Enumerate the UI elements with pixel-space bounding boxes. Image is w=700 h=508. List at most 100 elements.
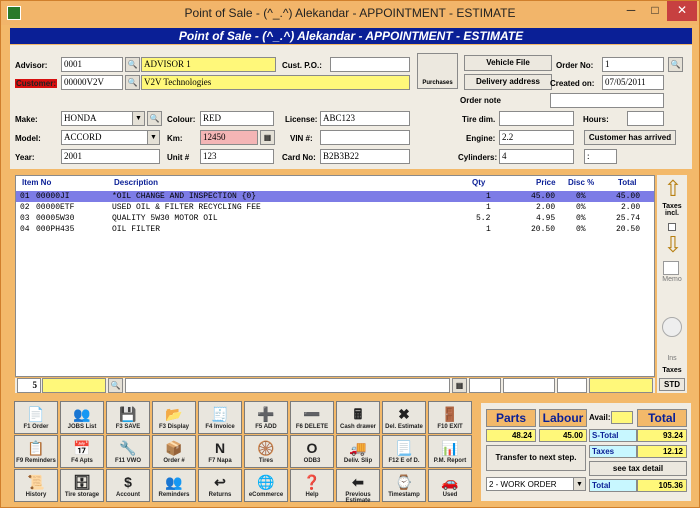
year-field[interactable]: 2001: [61, 149, 160, 164]
table-row[interactable]: 04 000PH435 OIL FILTER 1 20.50 0% 20.50: [16, 224, 654, 235]
std-button[interactable]: STD: [659, 378, 685, 391]
table-row[interactable]: 03 00005W30 QUALITY 5W30 MOTOR OIL 5.2 4.95 0…: [16, 213, 654, 224]
cylinders-field[interactable]: 4: [499, 149, 574, 164]
toolbar-button-f11-vwo[interactable]: 🔧 F11 VWO: [106, 435, 150, 468]
memo-icon[interactable]: [663, 261, 679, 275]
engine-field[interactable]: 2.2: [499, 130, 574, 145]
entry-desc-field[interactable]: [125, 378, 450, 393]
table-row[interactable]: 01 00000JI *OIL CHANGE AND INSPECTION {0} 1…: [16, 191, 654, 202]
km-label: Km:: [167, 134, 183, 143]
tire-dim-field[interactable]: [499, 111, 574, 126]
model-dropdown-icon[interactable]: ▼: [147, 131, 159, 144]
toolbar-button-odb3[interactable]: O ODB3: [290, 435, 334, 468]
toolbar-button-f9-reminders[interactable]: 📋 F9 Reminders: [14, 435, 58, 468]
colour-field[interactable]: RED: [200, 111, 274, 126]
parts-total: 48.24: [486, 429, 536, 442]
unit-field[interactable]: 123: [200, 149, 274, 164]
extra-field[interactable]: :: [584, 149, 617, 164]
row-number: 01: [20, 192, 30, 201]
toolbar-button-used[interactable]: 🚗 Used: [428, 469, 472, 502]
col-total-header: Total: [618, 178, 637, 187]
km-field[interactable]: 12450: [200, 130, 258, 145]
table-row[interactable]: 02 00000ETF USED OIL & FILTER RECYCLING FE…: [16, 202, 654, 213]
model-select[interactable]: ACCORD ▼: [61, 130, 160, 145]
card-field[interactable]: B2B3B22: [320, 149, 410, 164]
toolbar-label: Previous Estimate: [345, 492, 371, 504]
toolbar-button-tires[interactable]: 🛞 Tires: [244, 435, 288, 468]
move-down-icon[interactable]: ⇩: [661, 233, 685, 257]
toolbar-button-f3-display[interactable]: 📂 F3 Display: [152, 401, 196, 434]
toolbar-button-f1-order[interactable]: 📄 F1 Order: [14, 401, 58, 434]
make-dropdown-icon[interactable]: ▼: [132, 112, 144, 125]
delivery-address-button[interactable]: Delivery address: [464, 74, 552, 90]
toolbar-button-deliv-slip[interactable]: 🚚 Deliv. Slip: [336, 435, 380, 468]
toolbar-button-f4-apts[interactable]: 📅 F4 Apts: [60, 435, 104, 468]
toolbar-button-f6-delete[interactable]: ➖ F6 DELETE: [290, 401, 334, 434]
colour-label: Colour:: [167, 115, 196, 124]
transfer-next-step-button[interactable]: Transfer to next step.: [486, 445, 586, 471]
entry-disc-field[interactable]: [557, 378, 587, 393]
toolbar-button-p-m-report[interactable]: 📊 P.M. Report: [428, 435, 472, 468]
toolbar-button-f4-invoice[interactable]: 🧾 F4 Invoice: [198, 401, 242, 434]
license-label: License:: [285, 115, 318, 124]
ins-shield-icon[interactable]: [662, 317, 682, 337]
advisor-code-field[interactable]: 0001: [61, 57, 123, 72]
entry-item-field[interactable]: [42, 378, 106, 393]
toolbar-button-previous-estimate[interactable]: ⬅ Previous Estimate: [336, 469, 380, 504]
close-button[interactable]: ✕: [667, 1, 697, 21]
maximize-button[interactable]: □: [643, 1, 667, 21]
make-search-button[interactable]: 🔍: [147, 111, 162, 126]
toolbar-button-f12-e-of-d[interactable]: 📃 F12 E of D.: [382, 435, 426, 468]
toolbar-button-tire-storage[interactable]: 🗄 Tire storage: [60, 469, 104, 502]
customer-arrived-button[interactable]: Customer has arrived: [584, 130, 676, 145]
toolbar-button-account[interactable]: $ Account: [106, 469, 150, 502]
customer-code-field[interactable]: 00000V2V: [61, 75, 123, 90]
entry-price-field[interactable]: [503, 378, 555, 393]
status-select[interactable]: 2 - WORK ORDER ▼: [486, 477, 586, 491]
vehicle-file-button[interactable]: Vehicle File: [464, 55, 552, 71]
minimize-button[interactable]: ─: [619, 1, 643, 21]
status-dropdown-icon[interactable]: ▼: [573, 478, 585, 490]
move-up-icon[interactable]: ⇧: [661, 177, 685, 201]
vin-field[interactable]: [320, 130, 410, 145]
toolbar-button-help[interactable]: ❓ Help: [290, 469, 334, 502]
custpo-field[interactable]: [330, 57, 410, 72]
entry-search-button[interactable]: 🔍: [108, 378, 123, 393]
order-search-button[interactable]: 🔍: [668, 57, 683, 72]
toolbar-button-timestamp[interactable]: ⌚ Timestamp: [382, 469, 426, 502]
entry-calc-button[interactable]: ▦: [452, 378, 467, 393]
toolbar-button-f10-exit[interactable]: 🚪 F10 EXIT: [428, 401, 472, 434]
entry-qty-field[interactable]: [469, 378, 501, 393]
toolbar-button-jobs-list[interactable]: 👥 JOBS List: [60, 401, 104, 434]
advisor-search-button[interactable]: 🔍: [125, 57, 140, 72]
toolbar-button-cash-drawer[interactable]: 🖩 Cash drawer: [336, 401, 380, 434]
toolbar-label: Deliv. Slip: [343, 458, 373, 464]
toolbar-button-f5-add[interactable]: ➕ F5 ADD: [244, 401, 288, 434]
order-no-field[interactable]: 1: [602, 57, 664, 72]
toolbar-button-ecommerce[interactable]: 🌐 eCommerce: [244, 469, 288, 502]
toolbar-icon: 📄: [27, 406, 45, 422]
col-item-header: Item No: [22, 178, 52, 187]
see-tax-detail-button[interactable]: see tax detail: [589, 461, 687, 476]
order-note-field[interactable]: [550, 93, 664, 108]
taxes-incl-checkbox[interactable]: [668, 223, 676, 231]
entry-total-field[interactable]: [589, 378, 653, 393]
toolbar-icon: ➖: [303, 406, 321, 422]
toolbar-button-order[interactable]: 📦 Order #: [152, 435, 196, 468]
license-field[interactable]: ABC123: [320, 111, 410, 126]
toolbar-button-returns[interactable]: ↩ Returns: [198, 469, 242, 502]
toolbar-button-del-estimate[interactable]: ✖ Del. Estimate: [382, 401, 426, 434]
customer-name-field[interactable]: V2V Technologies: [141, 75, 410, 90]
toolbar-button-history[interactable]: 📜 History: [14, 469, 58, 502]
advisor-name-field[interactable]: ADVISOR 1: [141, 57, 276, 72]
toolbar-button-f7-napa[interactable]: N F7 Napa: [198, 435, 242, 468]
toolbar-label: History: [25, 492, 47, 498]
make-select[interactable]: HONDA ▼: [61, 111, 145, 126]
purchases-button[interactable]: Purchases: [417, 53, 458, 89]
hours-field[interactable]: [627, 111, 664, 126]
customer-search-button[interactable]: 🔍: [125, 75, 140, 90]
km-button[interactable]: ▦: [260, 130, 275, 145]
toolbar-button-reminders[interactable]: 👥 Reminders: [152, 469, 196, 502]
toolbar-icon: 💾: [119, 406, 137, 422]
toolbar-button-f3-save[interactable]: 💾 F3 SAVE: [106, 401, 150, 434]
